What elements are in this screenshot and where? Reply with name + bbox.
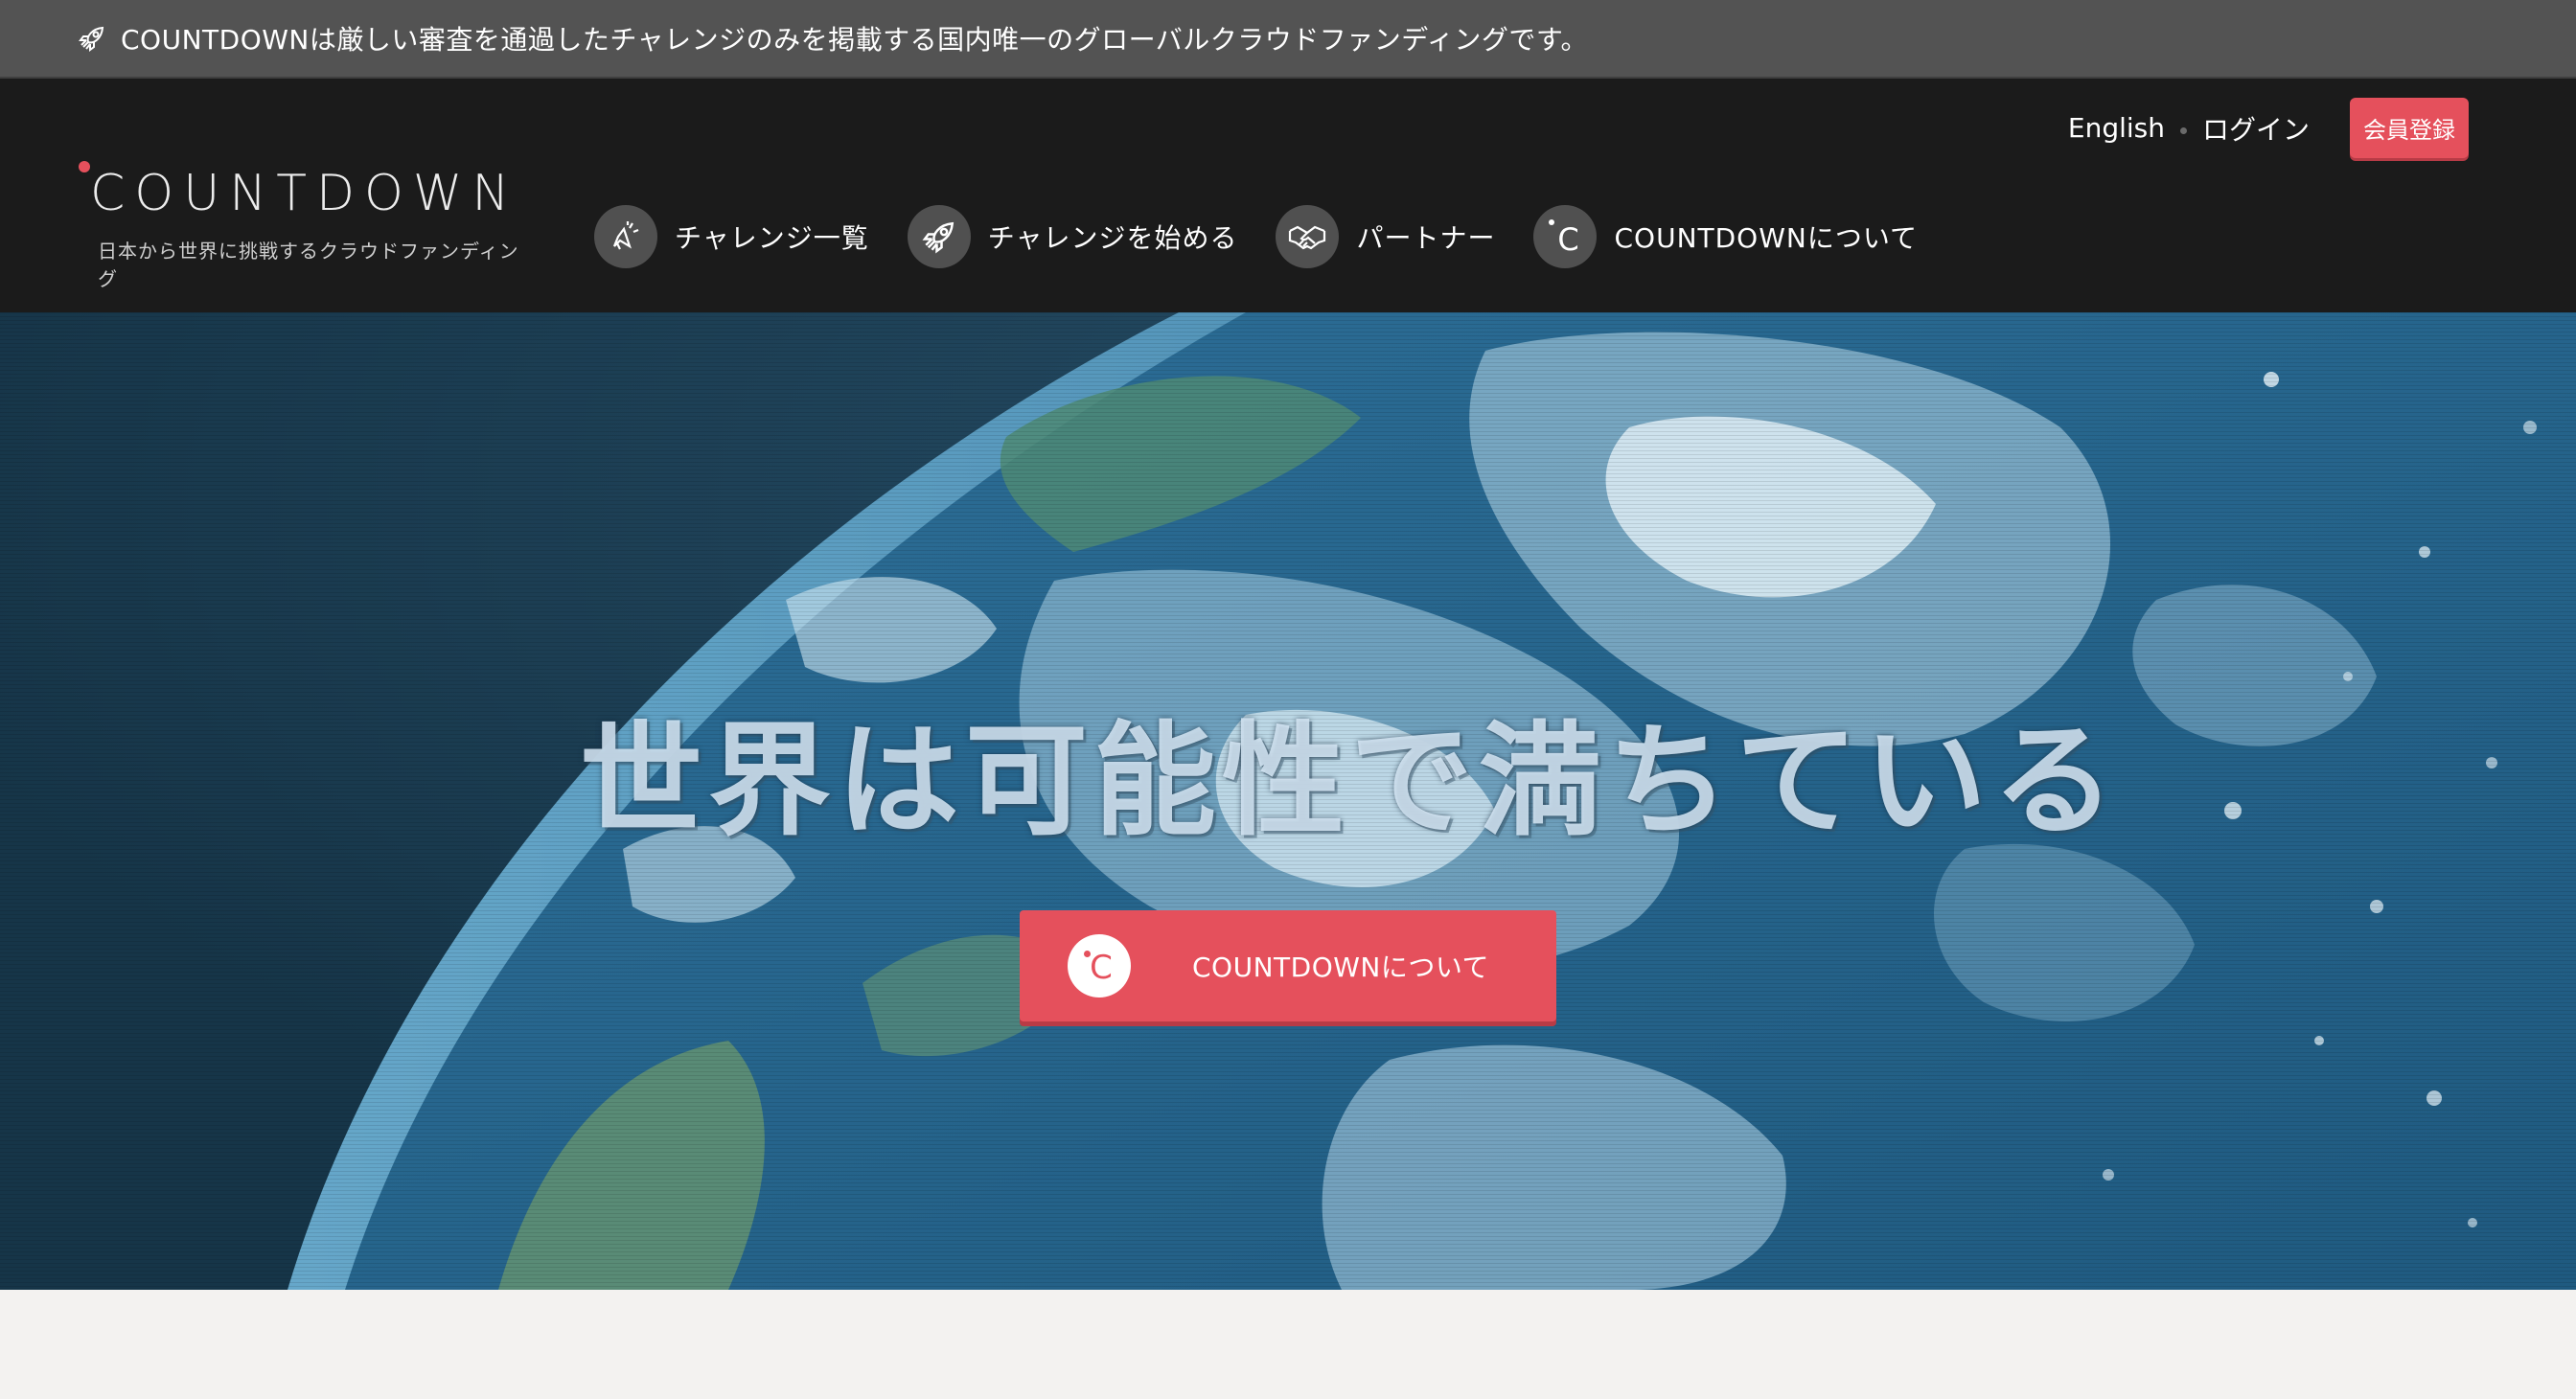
nav-item-about[interactable]: C COUNTDOWNについて [1533,205,1918,268]
logo-tagline: 日本から世界に挑戦するクラウドファンディング [98,240,519,290]
logo-dot [79,161,90,172]
hero-section: 世界は可能性で満ちている C COUNTDOWNについて [0,312,2576,1290]
banner-text: COUNTDOWNは厳しい審査を通過したチャレンジのみを掲載する国内唯一のグロー… [121,24,1589,56]
separator-dot [2179,127,2187,134]
login-link[interactable]: ログイン [2202,109,2310,148]
top-links: English ログイン 会員登録 [2068,98,2469,158]
nav-label: チャレンジ一覧 [675,222,869,254]
nav-item-partners[interactable]: パートナー [1276,205,1495,268]
logo-wordmark: COUNTDOWN [77,161,527,222]
main-nav: チャレンジ一覧 チャレンジを始める パートナー C COUNTDOWNについて [594,205,1956,268]
megaphone-icon [594,205,657,268]
nav-label: チャレンジを始める [987,222,1238,254]
rocket-icon [77,23,107,54]
register-button[interactable]: 会員登録 [2350,98,2469,158]
page-content-area [0,1290,2576,1399]
about-countdown-button[interactable]: C COUNTDOWNについて [1020,910,1556,1021]
nav-label: COUNTDOWNについて [1614,222,1919,254]
about-countdown-button-label: COUNTDOWNについて [1192,952,1490,983]
countdown-logo-icon: C [1068,934,1131,998]
hero-headline: 世界は可能性で満ちている [579,710,2121,853]
logo-text: COUNTDOWN [90,165,519,222]
site-header: COUNTDOWN 日本から世界に挑戦するクラウドファンディング チャレンジ一覧 [0,79,2576,312]
nav-item-challenges[interactable]: チャレンジ一覧 [594,205,869,268]
handshake-icon [1276,205,1340,268]
language-switch-link[interactable]: English [2068,112,2165,144]
announcement-banner: COUNTDOWNは厳しい審査を通過したチャレンジのみを掲載する国内唯一のグロー… [0,0,2576,79]
nav-item-start-challenge[interactable]: チャレンジを始める [907,205,1238,268]
countdown-logo-icon: C [1533,205,1598,268]
nav-label: パートナー [1356,222,1496,254]
site-logo[interactable]: COUNTDOWN 日本から世界に挑戦するクラウドファンディング [77,161,527,291]
rocket-icon [907,205,971,268]
